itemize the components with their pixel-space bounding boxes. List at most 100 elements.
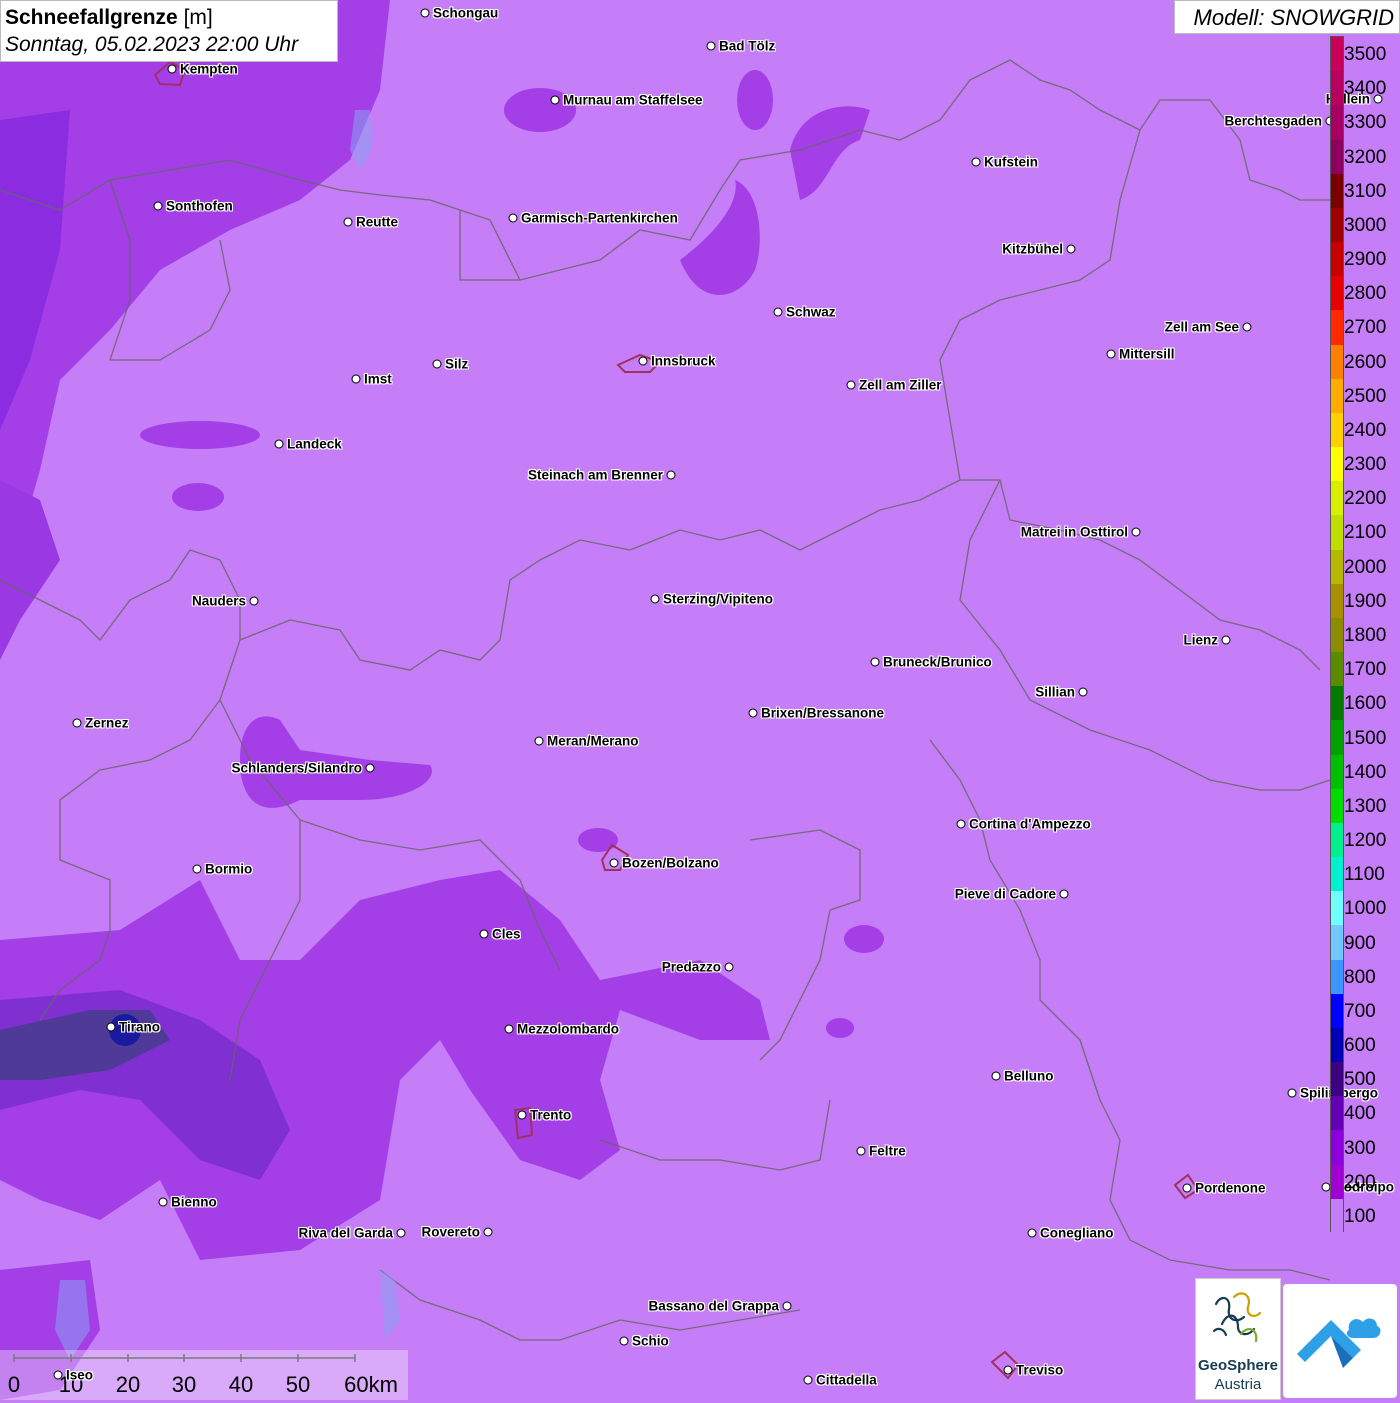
map-title-name: Schneefallgrenze <box>5 6 178 29</box>
legend-label: 700 <box>1344 1000 1376 1022</box>
legend-label: 2100 <box>1344 522 1387 544</box>
city-label: Bormio <box>205 861 253 877</box>
city-marker <box>343 217 353 227</box>
city-marker <box>773 307 783 317</box>
city-marker <box>508 213 518 223</box>
city-marker <box>1287 1088 1297 1098</box>
legend-swatch <box>1331 583 1343 619</box>
legend-swatch <box>1331 1198 1343 1234</box>
map-datetime: Sonntag, 05.02.2023 22:00 Uhr <box>5 33 299 56</box>
city-marker <box>192 864 202 874</box>
scale-label: 30 <box>171 1372 197 1397</box>
city-label: Pieve di Cadore <box>954 886 1056 902</box>
legend-label: 3100 <box>1344 180 1387 202</box>
city-label: Bruneck/Brunico <box>883 654 992 670</box>
legend-label: 500 <box>1344 1069 1376 1091</box>
city-label: Cittadella <box>816 1372 877 1388</box>
legend-swatch <box>1331 891 1343 926</box>
city-label: Imst <box>364 371 392 387</box>
city-marker <box>53 1370 63 1380</box>
legend-swatch <box>1331 959 1343 995</box>
legend-swatch <box>1331 71 1343 106</box>
legend-label: 3500 <box>1344 44 1387 66</box>
city-marker <box>72 718 82 728</box>
legend-swatch <box>1331 378 1343 414</box>
legend-label: 2400 <box>1344 419 1387 441</box>
title-box: Schneefallgrenze [m] Sonntag, 05.02.2023… <box>0 0 338 62</box>
legend-label: 3300 <box>1344 112 1387 134</box>
city-label: Riva del Garda <box>298 1225 393 1241</box>
legend-label: 2600 <box>1344 351 1387 373</box>
city-marker <box>1106 349 1116 359</box>
scale-label: 50 <box>285 1372 311 1397</box>
city-marker <box>971 157 981 167</box>
legend-label: 1400 <box>1344 761 1387 783</box>
legend-swatch <box>1331 1164 1343 1200</box>
city-label: Pordenone <box>1195 1180 1266 1196</box>
city-label: Nauders <box>191 593 246 609</box>
city-marker <box>856 1146 866 1156</box>
city-label: Bozen/Bolzano <box>622 855 719 871</box>
legend-label: 1600 <box>1344 693 1387 715</box>
mountain-cloud-icon <box>1297 1318 1381 1368</box>
city-label: Predazzo <box>661 959 721 975</box>
legend-swatch <box>1331 617 1343 653</box>
city-marker <box>638 356 648 366</box>
city-label: Steinach am Brenner <box>527 467 663 483</box>
city-marker <box>1182 1183 1192 1193</box>
city-marker <box>1078 687 1088 697</box>
city-marker <box>1242 322 1252 332</box>
city-label: Schongau <box>433 5 499 21</box>
city-label: Schlanders/Silandro <box>231 760 362 776</box>
legend-swatch <box>1331 412 1343 448</box>
city-marker <box>803 1375 813 1385</box>
city-label: Meran/Merano <box>547 733 639 749</box>
city-marker <box>274 439 284 449</box>
geosphere-line1: GeoSphere <box>1197 1357 1279 1374</box>
color-legend <box>1330 36 1344 1234</box>
city-marker <box>870 657 880 667</box>
city-label: Cortina d'Ampezzo <box>969 816 1091 832</box>
city-label: Berchtesgaden <box>1224 113 1322 129</box>
legend-label: 1700 <box>1344 659 1387 681</box>
legend-swatch <box>1331 652 1343 687</box>
legend-swatch <box>1331 207 1343 243</box>
legend-label: 2200 <box>1344 488 1387 510</box>
city-marker <box>1131 527 1141 537</box>
city-marker <box>1066 244 1076 254</box>
city-label: Landeck <box>287 436 342 452</box>
legend-label: 3400 <box>1344 78 1387 100</box>
legend-label: 1900 <box>1344 590 1387 612</box>
city-marker <box>1027 1228 1037 1238</box>
city-label: Trento <box>530 1107 572 1123</box>
legend-label: 1100 <box>1344 864 1385 886</box>
city-label: Belluno <box>1004 1068 1054 1084</box>
city-marker <box>483 1227 493 1237</box>
city-label: Bienno <box>171 1194 217 1210</box>
scale-label: 60km <box>344 1372 398 1397</box>
city-marker <box>534 736 544 746</box>
city-marker <box>153 201 163 211</box>
city-label: Schio <box>632 1333 669 1349</box>
legend-swatch <box>1331 242 1343 277</box>
legend-swatch <box>1331 1096 1343 1131</box>
legend-swatch <box>1331 1062 1343 1097</box>
city-marker <box>106 1022 116 1032</box>
legend-swatch <box>1331 925 1343 961</box>
city-marker <box>550 95 560 105</box>
city-marker <box>479 929 489 939</box>
legend-label: 1000 <box>1344 898 1387 920</box>
city-label: Innsbruck <box>651 353 716 369</box>
legend-label: 2500 <box>1344 385 1387 407</box>
city-marker <box>1059 889 1069 899</box>
city-marker <box>666 470 676 480</box>
legend-swatch <box>1331 822 1343 858</box>
city-label: Sonthofen <box>166 198 233 214</box>
city-label: Zell am Ziller <box>859 377 942 393</box>
city-label: Kitzbühel <box>1002 241 1063 257</box>
scale-label: 40 <box>228 1372 254 1397</box>
city-label: Garmisch-Partenkirchen <box>521 210 678 226</box>
city-marker <box>619 1336 629 1346</box>
city-marker <box>956 819 966 829</box>
city-marker <box>706 41 716 51</box>
